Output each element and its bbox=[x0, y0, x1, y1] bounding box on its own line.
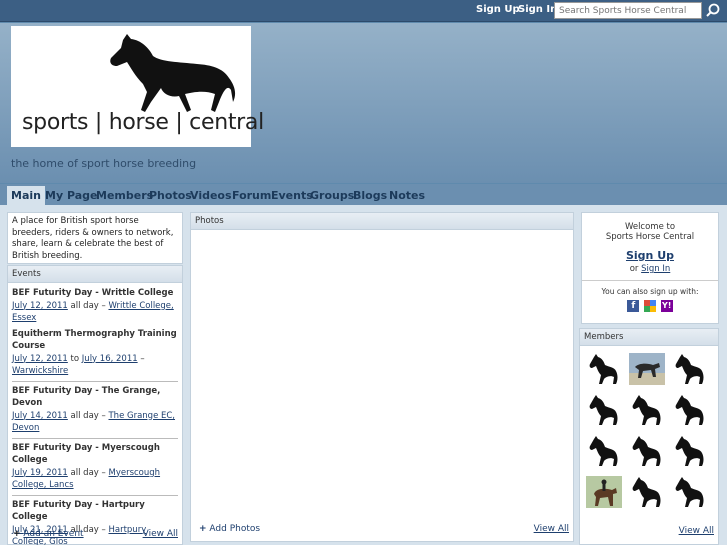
event-title[interactable]: BEF Futurity Day - The Grange, Devon bbox=[12, 385, 178, 410]
add-photos-label[interactable]: Add Photos bbox=[209, 524, 260, 534]
welcome-signup-link[interactable]: Sign Up bbox=[582, 249, 718, 262]
event-date[interactable]: July 12, 2011 bbox=[12, 301, 68, 311]
event-title[interactable]: BEF Futurity Day - Hartpury College bbox=[12, 499, 178, 524]
facebook-icon[interactable]: f bbox=[627, 300, 640, 312]
member-avatar[interactable] bbox=[672, 476, 708, 508]
events-title: Events bbox=[8, 266, 182, 283]
event-title[interactable]: BEF Futurity Day - Myerscough College bbox=[12, 442, 178, 467]
events-view-all-link[interactable]: View All bbox=[143, 529, 178, 539]
intro-box: A place for British sport horse breeders… bbox=[7, 212, 183, 264]
yahoo-icon[interactable]: Y! bbox=[660, 300, 673, 312]
member-avatar[interactable] bbox=[586, 435, 622, 467]
members-module: Members View All bbox=[579, 328, 719, 545]
welcome-box: Welcome to Sports Horse Central Sign Up … bbox=[581, 212, 719, 324]
event-date[interactable]: July 14, 2011 bbox=[12, 411, 68, 421]
top-bar: Sign Up Sign In bbox=[0, 0, 727, 22]
google-icon[interactable] bbox=[644, 300, 656, 312]
event-time: all day – bbox=[70, 410, 106, 421]
add-event-link[interactable]: + Add an Event bbox=[13, 529, 84, 539]
tab-main[interactable]: Main bbox=[7, 186, 45, 207]
member-avatar[interactable] bbox=[672, 394, 708, 426]
list-item: BEF Futurity Day - Writtle College July … bbox=[8, 287, 182, 325]
welcome-line2: Sports Horse Central bbox=[605, 232, 695, 242]
site-logo[interactable]: sports | horse | central bbox=[11, 26, 264, 147]
divider bbox=[12, 494, 178, 496]
events-module: Events BEF Futurity Day - Writtle Colleg… bbox=[7, 265, 183, 545]
plus-icon: + bbox=[13, 529, 21, 539]
search-input[interactable] bbox=[554, 2, 702, 19]
horse-logo-icon bbox=[110, 34, 236, 112]
event-to: to bbox=[70, 353, 80, 364]
member-avatar[interactable] bbox=[586, 394, 622, 426]
member-avatar[interactable] bbox=[672, 353, 708, 385]
members-view-all-link[interactable]: View All bbox=[679, 526, 714, 536]
event-date-end[interactable]: July 16, 2011 bbox=[82, 354, 138, 364]
member-avatar[interactable] bbox=[586, 353, 622, 385]
plus-icon: + bbox=[199, 524, 207, 534]
photos-footer: + Add Photos View All bbox=[191, 521, 573, 539]
event-dash: – bbox=[140, 353, 145, 364]
tab-notes[interactable]: Notes bbox=[385, 188, 429, 203]
also-signup-text: You can also sign up with: bbox=[582, 280, 718, 296]
signup-link[interactable]: Sign Up bbox=[476, 4, 520, 15]
site-tagline: the home of sport horse breeding bbox=[11, 157, 197, 170]
photos-module: Photos + Add Photos View All bbox=[190, 212, 574, 542]
event-title[interactable]: Equitherm Thermography Training Course bbox=[12, 328, 178, 353]
list-item: Equitherm Thermography Training Course J… bbox=[8, 328, 182, 378]
main-nav: Main My Page Members Photos Videos Forum… bbox=[0, 184, 727, 208]
member-avatar[interactable] bbox=[629, 476, 665, 508]
member-avatar[interactable] bbox=[586, 476, 622, 508]
member-avatar[interactable] bbox=[629, 394, 665, 426]
events-footer: + Add an Event View All bbox=[8, 526, 182, 544]
divider bbox=[12, 437, 178, 439]
member-avatar[interactable] bbox=[672, 435, 708, 467]
photos-title: Photos bbox=[191, 213, 573, 230]
event-title[interactable]: BEF Futurity Day - Writtle College bbox=[12, 287, 178, 300]
event-date[interactable]: July 19, 2011 bbox=[12, 468, 68, 478]
add-event-label[interactable]: Add an Event bbox=[23, 529, 83, 539]
logo-text: sports | horse | central bbox=[22, 110, 264, 135]
photos-view-all-link[interactable]: View All bbox=[534, 524, 569, 534]
signin-link[interactable]: Sign In bbox=[518, 4, 557, 15]
main-content: A place for British sport horse breeders… bbox=[0, 208, 727, 545]
event-time: all day – bbox=[70, 467, 106, 478]
event-place[interactable]: Warwickshire bbox=[12, 366, 68, 376]
social-signup-icons: f Y! bbox=[582, 300, 718, 312]
divider bbox=[12, 380, 178, 382]
list-item: BEF Futurity Day - Myerscough College Ju… bbox=[8, 442, 182, 492]
welcome-or: or bbox=[629, 264, 639, 274]
welcome-line1: Welcome to bbox=[624, 222, 676, 232]
intro-text: A place for British sport horse breeders… bbox=[12, 216, 174, 261]
list-item: BEF Futurity Day - The Grange, Devon Jul… bbox=[8, 385, 182, 435]
member-avatar[interactable] bbox=[629, 353, 665, 385]
add-photos-link[interactable]: + Add Photos bbox=[199, 524, 260, 534]
event-time: all day – bbox=[70, 300, 106, 311]
members-title: Members bbox=[580, 329, 718, 346]
search-icon[interactable] bbox=[704, 2, 722, 20]
event-date[interactable]: July 12, 2011 bbox=[12, 354, 68, 364]
member-avatar[interactable] bbox=[629, 435, 665, 467]
site-header: sports | horse | central the home of spo… bbox=[0, 23, 727, 183]
welcome-signin-link[interactable]: Sign In bbox=[641, 264, 670, 274]
